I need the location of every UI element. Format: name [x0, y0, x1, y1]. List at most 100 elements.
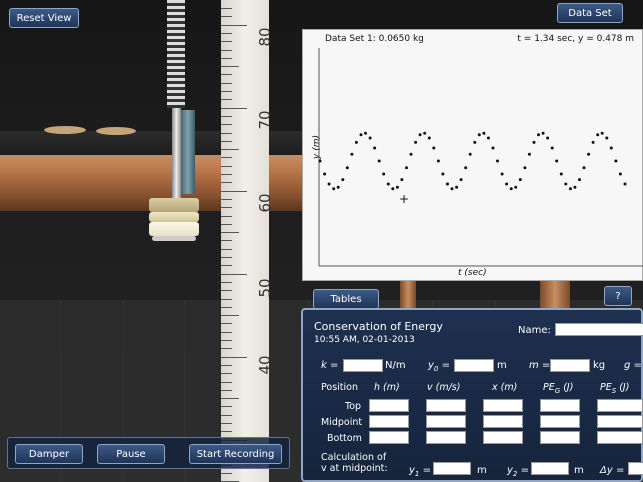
ruler-tick [221, 215, 232, 217]
ruler-tick [221, 140, 232, 142]
hanging-mass-layer [149, 212, 199, 222]
data-point [318, 159, 322, 163]
ruler-tick [221, 414, 232, 416]
midpoint-x-field[interactable] [483, 415, 523, 428]
dy-field[interactable] [628, 462, 643, 475]
data-point [523, 166, 527, 170]
ruler-tick [221, 298, 232, 300]
start-recording-button[interactable]: Start Recording [189, 444, 282, 464]
top-pes-field[interactable] [597, 399, 643, 412]
m-field[interactable] [550, 359, 590, 372]
data-point [614, 159, 618, 163]
tables-button[interactable]: Tables [313, 289, 379, 309]
ruler-tick [221, 223, 232, 225]
ruler-tick [221, 323, 232, 325]
data-point [541, 131, 545, 135]
reset-view-button[interactable]: Reset View [9, 8, 79, 28]
y1-field[interactable] [433, 462, 471, 475]
hanging-mass[interactable] [149, 198, 199, 212]
data-point [605, 136, 609, 140]
data-point [345, 166, 349, 170]
y1-unit: m [477, 465, 487, 476]
data-point [596, 133, 600, 137]
data-point [405, 166, 408, 170]
ruler-tick [221, 91, 232, 92]
ruler-tick [221, 389, 232, 391]
help-button[interactable]: ? [604, 286, 632, 306]
name-field[interactable] [555, 323, 643, 336]
data-point [477, 133, 481, 137]
ruler-tick [221, 257, 232, 258]
data-point [618, 172, 622, 176]
top-peg-field[interactable] [540, 399, 580, 412]
ruler-tick [221, 107, 247, 109]
ruler-tick [221, 49, 232, 51]
ruler-tick [221, 57, 232, 59]
data-point [446, 182, 449, 186]
data-set-button[interactable]: Data Set [557, 3, 623, 23]
ruler-tick [221, 248, 232, 250]
ruler-tick [221, 406, 232, 408]
ruler-tick [221, 423, 232, 424]
ruler-tick [221, 207, 232, 209]
data-point [350, 152, 354, 156]
top-v-field[interactable] [426, 399, 466, 412]
bottom-h-field[interactable] [369, 431, 409, 444]
data-point [473, 140, 477, 144]
m-unit: kg [593, 360, 606, 371]
ruler-tick [221, 66, 239, 68]
ruler-tick [221, 124, 232, 126]
bottom-v-field[interactable] [426, 431, 466, 444]
midpoint-h-field[interactable] [369, 415, 409, 428]
top-x-field[interactable] [483, 399, 523, 412]
spare-mass-disc[interactable] [44, 126, 86, 134]
y0-unit: m [497, 360, 507, 371]
bottom-peg-field[interactable] [540, 431, 580, 444]
data-point [436, 159, 440, 163]
calc-label-line2: v at midpoint: [321, 463, 388, 474]
spare-mass-disc[interactable] [96, 127, 136, 135]
ruler-tick [221, 132, 232, 134]
ruler-tick [221, 74, 232, 76]
ruler-tick [221, 431, 232, 433]
col-pes: PES (J) [600, 382, 630, 395]
data-point [327, 182, 331, 186]
data-point [500, 172, 504, 176]
bottom-x-field[interactable] [483, 431, 523, 444]
data-point [418, 133, 422, 137]
y2-field[interactable] [531, 462, 569, 475]
top-h-field[interactable] [369, 399, 409, 412]
k-label: k = [321, 360, 339, 371]
data-point [354, 140, 358, 144]
midpoint-v-field[interactable] [426, 415, 466, 428]
ruler-tick [221, 99, 232, 101]
hanger-rod [172, 108, 181, 198]
midpoint-pes-field[interactable] [597, 415, 643, 428]
ruler-tick [221, 8, 232, 9]
ruler-tick [221, 32, 232, 34]
spring [167, 0, 185, 108]
k-field[interactable] [343, 359, 383, 372]
data-point [373, 146, 377, 150]
y0-field[interactable] [454, 359, 494, 372]
damper-button[interactable]: Damper [15, 444, 83, 464]
data-point [395, 185, 399, 189]
data-point [527, 152, 531, 156]
data-point [514, 185, 518, 189]
midpoint-peg-field[interactable] [540, 415, 580, 428]
ruler-tick [221, 356, 247, 358]
clamp [181, 110, 195, 194]
data-point [609, 146, 613, 150]
ruler-tick [221, 472, 232, 474]
ruler-label-80: 80 [256, 27, 274, 47]
data-point [459, 178, 463, 182]
stand-post [400, 278, 416, 310]
pause-button[interactable]: Pause [97, 444, 165, 464]
data-point [555, 159, 559, 163]
graph-plot-area[interactable] [303, 30, 643, 282]
ruler-tick [221, 190, 247, 192]
calc-label-line1: Calculation of [321, 452, 387, 463]
data-point [491, 146, 495, 150]
panel-title: Conservation of Energy [314, 320, 443, 333]
bottom-pes-field[interactable] [597, 431, 643, 444]
